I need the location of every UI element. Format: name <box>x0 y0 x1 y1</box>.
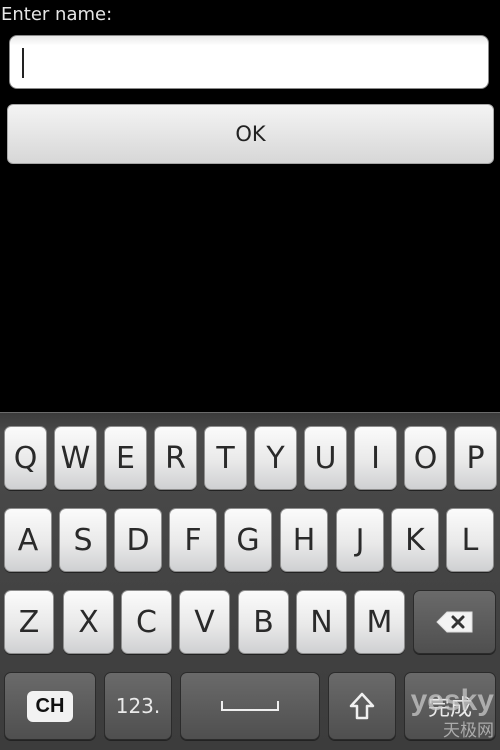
key-i[interactable]: I <box>354 426 397 490</box>
numbers-key[interactable]: 123. <box>104 672 172 740</box>
key-a[interactable]: A <box>4 508 52 572</box>
key-p[interactable]: P <box>454 426 497 490</box>
key-t[interactable]: T <box>204 426 247 490</box>
key-o[interactable]: O <box>404 426 447 490</box>
key-h[interactable]: H <box>280 508 328 572</box>
key-j[interactable]: J <box>336 508 384 572</box>
language-switch-key[interactable]: CH <box>4 672 96 740</box>
done-key-label: 完成 <box>427 696 472 721</box>
key-f[interactable]: F <box>169 508 217 572</box>
key-u[interactable]: U <box>304 426 347 490</box>
key-q[interactable]: Q <box>4 426 47 490</box>
enter-name-label: Enter name: <box>1 4 113 25</box>
key-b[interactable]: B <box>238 590 289 654</box>
key-n[interactable]: N <box>296 590 347 654</box>
key-m[interactable]: M <box>354 590 405 654</box>
key-c[interactable]: C <box>121 590 172 654</box>
ok-button[interactable]: OK <box>7 104 494 164</box>
numbers-key-label: 123. <box>115 694 161 718</box>
done-key[interactable]: 完成 <box>404 672 496 740</box>
key-d[interactable]: D <box>114 508 162 572</box>
key-s[interactable]: S <box>59 508 107 572</box>
key-v[interactable]: V <box>179 590 230 654</box>
key-r[interactable]: R <box>154 426 197 490</box>
soft-keyboard: Q W E R T Y U I O P A S D F G H J K L Z … <box>0 412 500 750</box>
key-x[interactable]: X <box>63 590 114 654</box>
key-k[interactable]: K <box>391 508 439 572</box>
key-w[interactable]: W <box>54 426 97 490</box>
key-l[interactable]: L <box>446 508 494 572</box>
shift-key[interactable] <box>328 672 396 740</box>
space-icon <box>221 701 279 711</box>
backspace-key[interactable] <box>413 590 496 654</box>
key-y[interactable]: Y <box>254 426 297 490</box>
language-label: CH <box>26 690 74 722</box>
shift-icon <box>348 691 376 721</box>
key-g[interactable]: G <box>224 508 272 572</box>
key-z[interactable]: Z <box>4 590 54 654</box>
name-input-field[interactable] <box>9 35 489 89</box>
space-key[interactable] <box>180 672 320 740</box>
key-e[interactable]: E <box>104 426 147 490</box>
text-cursor <box>22 48 24 78</box>
backspace-icon <box>435 610 475 634</box>
